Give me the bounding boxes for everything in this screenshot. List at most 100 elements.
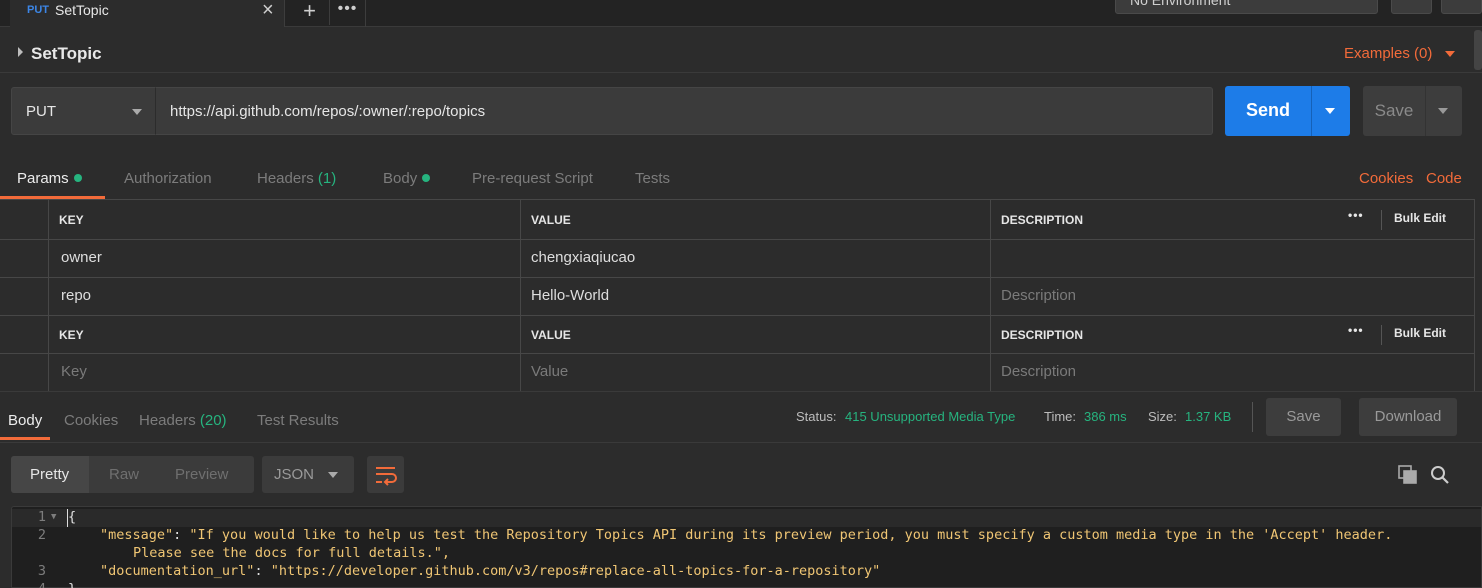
download-button[interactable]: Download [1359,398,1457,436]
download-label: Download [1374,408,1442,425]
tab-body-label: Body [383,170,418,187]
json-string-continuation: Please see the docs for full details.", [133,545,450,561]
value-input[interactable]: Value [520,354,991,391]
code-line: 2 "message": "If you would like to help … [12,527,1481,545]
divider [0,442,1482,443]
save-response-label: Save [1286,408,1321,425]
new-tab-plus-icon[interactable]: + [290,0,330,25]
send-button[interactable]: Send [1225,86,1311,136]
format-select-value: JSON [274,466,315,483]
key-cell-value: owner [61,249,102,266]
view-mode-group: Pretty Raw Preview [11,456,254,493]
column-header-value-label: VALUE [531,213,571,227]
search-icon[interactable] [1430,465,1450,485]
json-string: "If you would like to help us test the R… [189,527,1393,543]
examples-dropdown[interactable]: Examples (0) [1344,45,1432,62]
tab-tests[interactable]: Tests [635,170,670,187]
table-row: repo Hello-World Description [0,278,1475,316]
key-input[interactable]: Key [48,354,521,391]
view-preview-button[interactable]: Preview [175,466,228,483]
send-options-button[interactable] [1311,86,1350,136]
response-tab-cookies[interactable]: Cookies [64,412,118,429]
tab-prerequest-script[interactable]: Pre-request Script [472,170,593,187]
tab-headers-label: Headers [257,170,314,187]
column-header-description: DESCRIPTION ••• Bulk Edit [990,316,1475,353]
response-tab-headers-label: Headers [139,412,196,429]
cookies-link[interactable]: Cookies [1359,170,1413,187]
more-options-icon[interactable]: ••• [1348,208,1364,222]
request-tab-settopic[interactable]: PUT SetTopic × [10,0,285,27]
scrollbar[interactable] [1474,30,1482,70]
fold-icon[interactable]: ▼ [51,512,56,522]
save-options-button[interactable] [1425,86,1462,136]
description-input-placeholder: Description [1001,363,1077,380]
more-options-icon[interactable]: ••• [1348,323,1364,337]
column-header-description-label: DESCRIPTION [1001,213,1084,227]
code-line: 1 ▼ { [12,509,1481,527]
column-header-description: DESCRIPTION ••• Bulk Edit [990,200,1475,239]
code-line: 4 } [12,581,1481,588]
method-select[interactable]: PUT [11,87,156,135]
code-text: } [68,581,76,588]
collapse-caret-icon[interactable] [18,47,23,57]
json-key: "message" [100,527,174,543]
view-pretty-label[interactable]: Pretty [30,466,69,483]
key-cell[interactable]: repo [48,278,521,315]
description-cell[interactable] [990,240,1475,277]
tab-params[interactable]: Params [17,170,82,187]
response-tab-test-results[interactable]: Test Results [257,412,339,429]
copy-icon[interactable] [1398,465,1418,485]
close-icon[interactable]: × [262,0,274,22]
description-input[interactable]: Description [990,354,1475,391]
chevron-down-icon[interactable] [1445,51,1455,57]
key-cell[interactable]: owner [48,240,521,277]
code-text: { [68,509,77,525]
save-response-button[interactable]: Save [1266,398,1341,436]
description-cell-placeholder: Description [1001,287,1077,304]
value-cell-value: Hello-World [531,287,610,304]
environment-select-value: No Environment [1130,0,1231,8]
divider [1381,210,1382,230]
environment-select[interactable]: No Environment [1115,0,1378,14]
description-cell[interactable]: Description [990,278,1475,315]
value-cell[interactable]: Hello-World [520,278,991,315]
tab-body[interactable]: Body [383,170,431,187]
tab-headers[interactable]: Headers (1) [257,170,336,187]
url-input[interactable]: https://api.github.com/repos/:owner/:rep… [155,87,1213,135]
environment-quick-look-button[interactable] [1391,0,1432,14]
params-indicator-dot [73,174,82,182]
line-number: 1 [37,509,46,525]
chevron-down-icon [328,472,338,478]
size-value[interactable]: 1.37 KB [1185,409,1231,424]
code-text: "documentation_url": "https://developer.… [100,563,880,579]
code-link[interactable]: Code [1426,170,1462,187]
bulk-edit-link[interactable]: Bulk Edit [1394,211,1446,225]
value-cell-value: chengxiaqiucao [531,249,636,266]
time-value[interactable]: 386 ms [1084,409,1127,424]
value-input-placeholder: Value [531,363,569,380]
tab-authorization[interactable]: Authorization [124,170,212,187]
request-title[interactable]: SetTopic [31,44,102,64]
response-tab-body[interactable]: Body [8,412,42,429]
key-input-placeholder: Key [61,363,87,380]
column-header-value: VALUE [520,316,991,353]
bulk-edit-link[interactable]: Bulk Edit [1394,326,1446,340]
status-value[interactable]: 415 Unsupported Media Type [845,409,1015,424]
save-button[interactable]: Save [1363,86,1425,136]
response-body-editor[interactable]: 1 ▼ { 2 "message": "If you would like to… [11,506,1482,588]
value-cell[interactable]: chengxiaqiucao [520,240,991,277]
view-raw-button[interactable]: Raw [109,466,139,483]
column-header-key-label: KEY [59,213,84,227]
column-header-key: KEY [48,316,521,353]
code-text: "message": "If you would like to help us… [100,527,1392,543]
response-tab-headers-count: (20) [199,412,227,429]
response-tab-headers[interactable]: Headers (20) [139,412,227,429]
query-params-header-row: KEY VALUE DESCRIPTION ••• Bulk Edit [0,316,1475,354]
table-row: owner chengxiaqiucao [0,240,1475,278]
url-input-value: https://api.github.com/repos/:owner/:rep… [170,103,486,120]
format-select[interactable]: JSON [262,456,354,493]
wrap-lines-button[interactable] [367,456,404,493]
json-string: "https://developer.github.com/v3/repos#r… [270,563,881,579]
more-tabs-icon[interactable]: ••• [330,0,366,27]
manage-environments-button[interactable] [1441,0,1482,14]
